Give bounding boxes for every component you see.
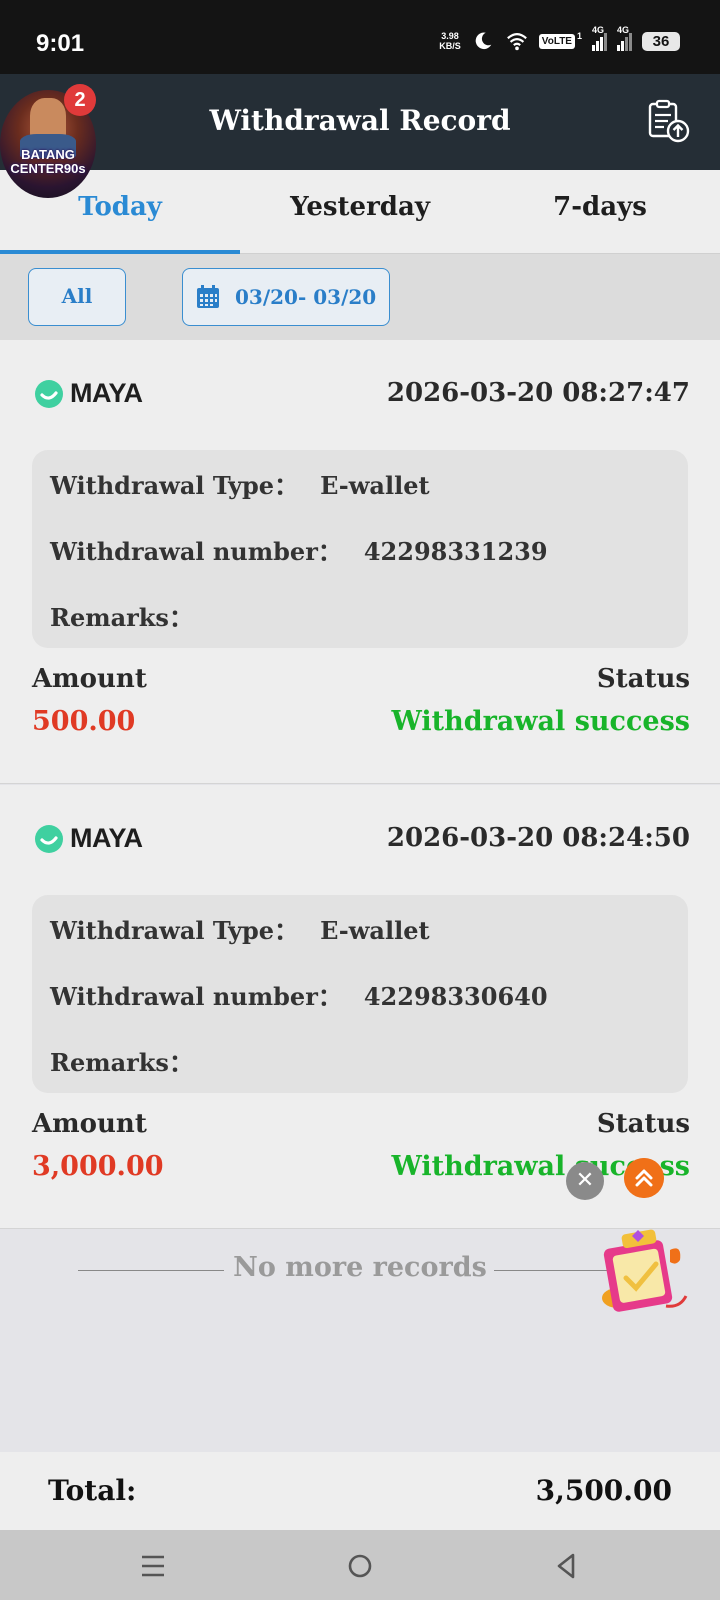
status-bar: 9:01 3.98 KB/S VoLTE 1 4G 4G 36 xyxy=(0,0,720,74)
volte-badge: VoLTE xyxy=(538,33,575,49)
status-label: Status xyxy=(596,664,690,694)
withdrawal-type-value: E-wallet xyxy=(320,916,430,945)
amount-value: 3,000.00 xyxy=(32,1151,164,1182)
withdrawal-number-row: Withdrawal number： 42298330640 xyxy=(50,977,548,1012)
withdrawal-number-value: 42298331239 xyxy=(363,537,548,566)
upload-record-icon[interactable] xyxy=(644,98,692,144)
withdrawal-type-value: E-wallet xyxy=(320,471,430,500)
record-datetime: 2026-03-20 08:24:50 xyxy=(386,823,690,853)
total-value: 3,500.00 xyxy=(535,1474,672,1507)
withdrawal-record[interactable]: MAYA 2026-03-20 08:24:50 Withdrawal Type… xyxy=(0,785,720,1229)
record-details: Withdrawal Type： E-wallet Withdrawal numb… xyxy=(32,895,688,1093)
sim1-signal-icon: 4G xyxy=(592,25,607,51)
tab-7-days[interactable]: 7-days xyxy=(480,192,720,222)
amount-label: Amount xyxy=(32,1109,147,1139)
wifi-icon xyxy=(506,33,527,51)
do-not-disturb-moon-icon xyxy=(475,32,492,50)
back-icon[interactable] xyxy=(548,1548,584,1584)
net-speed: 3.98 KB/S xyxy=(439,31,461,51)
method-name: MAYA xyxy=(70,378,143,408)
record-method: MAYA xyxy=(34,378,143,409)
scroll-top-icon[interactable] xyxy=(624,1158,664,1198)
status-time: 9:01 xyxy=(36,30,85,57)
battery-indicator: 36 xyxy=(642,31,680,51)
net-speed-unit: KB/S xyxy=(439,41,461,51)
record-details: Withdrawal Type： E-wallet Withdrawal numb… xyxy=(32,450,688,648)
sim2-signal-icon: 4G xyxy=(617,25,632,51)
withdrawal-type-row: Withdrawal Type： E-wallet xyxy=(50,911,430,946)
date-range-label: 03/20- 03/20 xyxy=(235,285,377,309)
status-label: Status xyxy=(596,1109,690,1139)
close-icon[interactable]: ✕ xyxy=(566,1162,604,1200)
amount-label: Amount xyxy=(32,664,147,694)
withdrawal-type-label: Withdrawal Type： xyxy=(50,916,299,945)
remarks-label: Remarks： xyxy=(50,1048,193,1077)
date-tabs: Today Yesterday 7-days xyxy=(0,170,720,254)
record-method: MAYA xyxy=(34,823,143,854)
home-icon[interactable] xyxy=(342,1548,378,1584)
app-header: Withdrawal Record xyxy=(0,74,720,170)
sim1-label: 4G xyxy=(592,25,605,35)
withdrawal-number-row: Withdrawal number： 42298331239 xyxy=(50,532,548,567)
remarks-label: Remarks： xyxy=(50,603,193,632)
tab-yesterday[interactable]: Yesterday xyxy=(240,192,480,222)
total-bar: Total: 3,500.00 xyxy=(0,1452,720,1530)
sim2-label: 4G xyxy=(617,25,630,35)
remarks-row: Remarks： xyxy=(50,1043,215,1078)
avatar-text-line2: CENTER90s xyxy=(10,161,86,176)
record-datetime: 2026-03-20 08:27:47 xyxy=(386,378,690,408)
gift-icon[interactable] xyxy=(596,1222,696,1322)
calendar-icon xyxy=(197,285,219,308)
system-nav-bar xyxy=(0,1530,720,1600)
filter-all-button[interactable]: All xyxy=(28,268,126,326)
amount-value: 500.00 xyxy=(32,706,136,737)
notification-badge: 2 xyxy=(64,84,96,116)
avatar-text-line1: BATANG xyxy=(21,147,75,162)
withdrawal-number-label: Withdrawal number： xyxy=(50,537,342,566)
withdrawal-number-value: 42298330640 xyxy=(363,982,548,1011)
page-title: Withdrawal Record xyxy=(209,104,511,137)
net-speed-value: 3.98 xyxy=(441,31,459,41)
status-value: Withdrawal success xyxy=(391,706,691,737)
filter-bar: All 03/20- 03/20 xyxy=(0,254,720,340)
remarks-row: Remarks： xyxy=(50,598,215,633)
avatar-logo-text: BATANG CENTER90s xyxy=(0,148,96,176)
withdrawal-type-row: Withdrawal Type： E-wallet xyxy=(50,466,430,501)
withdrawal-type-label: Withdrawal Type： xyxy=(50,471,299,500)
method-name: MAYA xyxy=(70,823,143,853)
status-icons: 3.98 KB/S VoLTE 1 4G 4G 36 xyxy=(439,25,680,52)
sim-sub-label: 1 xyxy=(576,31,582,41)
menu-icon[interactable] xyxy=(135,1548,171,1584)
withdrawal-number-label: Withdrawal number： xyxy=(50,982,342,1011)
maya-logo-icon xyxy=(35,824,63,853)
withdrawal-record[interactable]: MAYA 2026-03-20 08:27:47 Withdrawal Type… xyxy=(0,340,720,784)
maya-logo-icon xyxy=(35,379,63,408)
total-label: Total: xyxy=(48,1474,137,1507)
date-range-button[interactable]: 03/20- 03/20 xyxy=(182,268,390,326)
